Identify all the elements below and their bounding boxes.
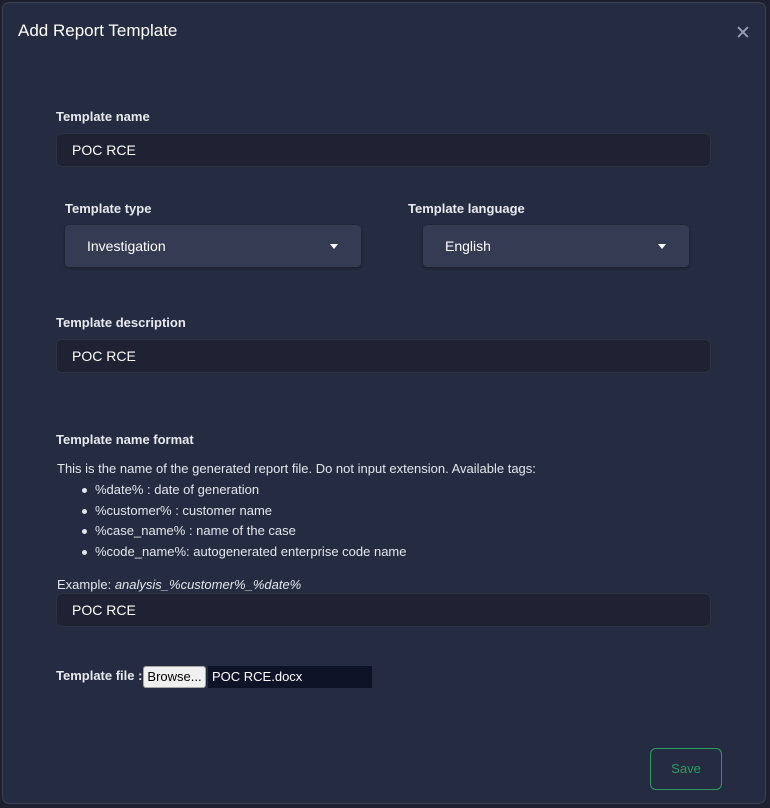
template-language-select[interactable]: English [423, 225, 689, 267]
tag-item-date: %date% : date of generation [75, 480, 407, 501]
browse-button[interactable]: Browse... [143, 666, 206, 688]
template-name-label: Template name [56, 109, 150, 124]
template-name-format-input[interactable]: POC RCE [56, 593, 711, 627]
tag-item-customer: %customer% : customer name [75, 501, 407, 522]
modal-title: Add Report Template [18, 21, 178, 40]
tag-item-case-name: %case_name% : name of the case [75, 521, 407, 542]
template-language-value: English [445, 238, 491, 254]
template-language-label: Template language [408, 201, 525, 216]
chevron-down-icon [658, 244, 666, 249]
add-report-template-modal: Add Report Template ✕ Template name POC … [2, 2, 766, 804]
selected-file-name: POC RCE.docx [208, 666, 372, 688]
chevron-down-icon [330, 244, 338, 249]
tag-item-code-name: %code_name%: autogenerated enterprise co… [75, 542, 407, 563]
example-prefix: Example: [57, 577, 115, 592]
name-format-help-text: This is the name of the generated report… [57, 461, 536, 476]
template-file-label: Template file : [56, 668, 143, 683]
template-name-format-label: Template name format [56, 432, 194, 447]
template-name-input[interactable]: POC RCE [56, 133, 711, 167]
template-description-input[interactable]: POC RCE [56, 339, 711, 373]
name-format-example: Example: analysis_%customer%_%date% [57, 577, 301, 592]
template-type-label: Template type [65, 201, 152, 216]
template-type-select[interactable]: Investigation [65, 225, 361, 267]
save-button[interactable]: Save [650, 748, 722, 790]
example-value: analysis_%customer%_%date% [114, 577, 302, 592]
template-description-label: Template description [56, 315, 186, 330]
template-type-value: Investigation [87, 238, 166, 254]
available-tags-list: %date% : date of generation %customer% :… [75, 480, 407, 562]
close-icon[interactable]: ✕ [734, 24, 752, 43]
